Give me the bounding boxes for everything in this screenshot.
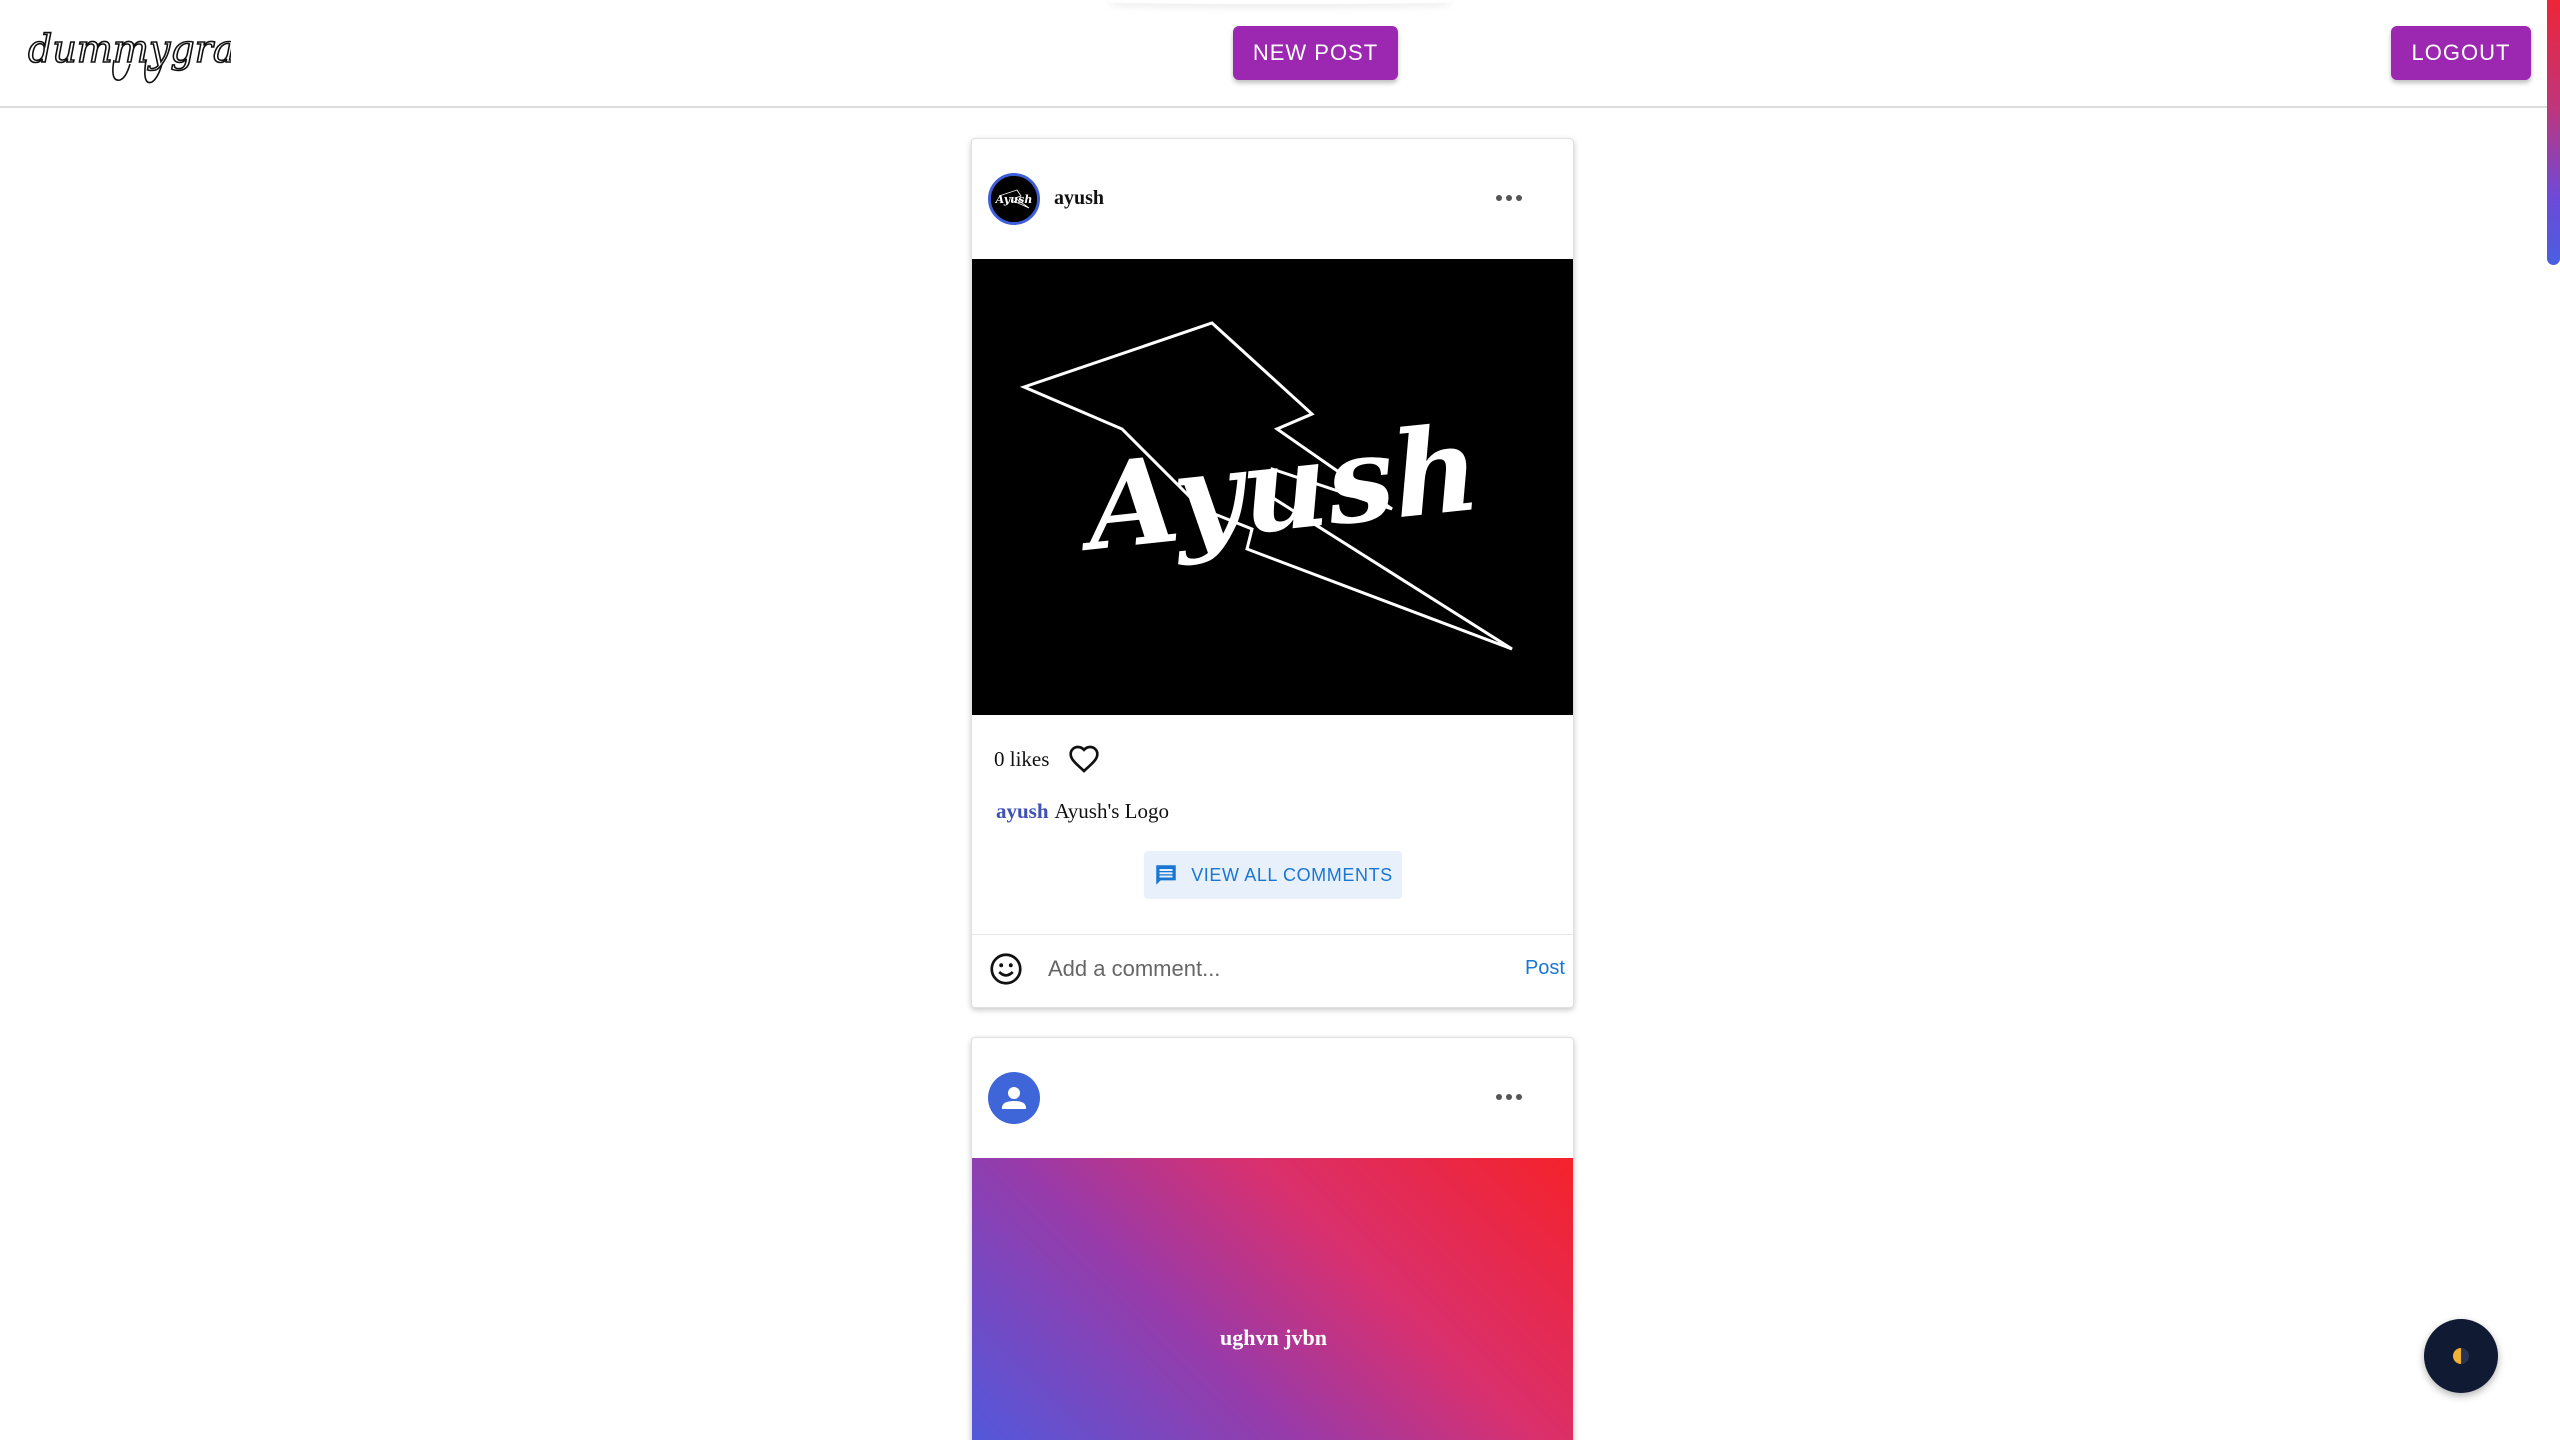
post-card: ughvn jvbn <box>971 1037 1574 1440</box>
more-horizontal-icon <box>1496 195 1502 201</box>
comment-bar: Post <box>972 934 1573 1007</box>
heart-outline-icon[interactable] <box>1067 743 1101 775</box>
comment-icon <box>1156 865 1176 885</box>
more-dot <box>1516 1094 1522 1100</box>
post-text-image[interactable]: ughvn jvbn <box>972 1158 1573 1440</box>
user-icon <box>1002 1087 1026 1109</box>
theme-toggle-button[interactable] <box>2424 1319 2498 1393</box>
more-options-button[interactable] <box>1489 183 1529 213</box>
ayush-logo-artwork: Ayush <box>1019 321 1513 651</box>
post-header <box>972 1038 1573 1158</box>
smiley-icon[interactable] <box>988 951 1024 987</box>
post-caption: ayush Ayush's Logo <box>996 799 1169 824</box>
avatar[interactable] <box>988 1072 1040 1124</box>
top-app-bar: dummygram NEW POST LOGOUT <box>0 0 2560 108</box>
more-dot <box>1506 1094 1512 1100</box>
dummygram-logo[interactable]: dummygram <box>26 20 231 90</box>
view-all-comments-button[interactable]: VIEW ALL COMMENTS <box>1144 851 1402 899</box>
post-image[interactable]: Ayush <box>972 259 1573 715</box>
comment-input[interactable] <box>1048 949 1468 989</box>
post-username[interactable]: ayush <box>1054 187 1104 210</box>
avatar-image: Ayush <box>991 176 1037 222</box>
header-shadow-decor <box>1110 0 1450 4</box>
post-header: Ayush ayush <box>972 139 1573 259</box>
more-dot <box>1516 195 1522 201</box>
new-post-button[interactable]: NEW POST <box>1233 26 1398 80</box>
post-text: ughvn jvbn <box>1219 1325 1327 1350</box>
more-horizontal-icon <box>1496 1094 1502 1100</box>
half-circle-icon <box>2453 1348 2469 1364</box>
logout-button[interactable]: LOGOUT <box>2391 26 2531 80</box>
avatar[interactable]: Ayush <box>988 173 1040 225</box>
more-dot <box>1506 195 1512 201</box>
post-comment-button[interactable]: Post <box>1525 957 1565 980</box>
more-options-button[interactable] <box>1489 1082 1529 1112</box>
likes-row: 0 likes <box>994 739 1101 779</box>
caption-text: Ayush's Logo <box>1054 799 1169 823</box>
caption-username[interactable]: ayush <box>996 799 1049 823</box>
post-card: Ayush ayush Ayush 0 likes ayush Ayush's L… <box>971 138 1574 1008</box>
scroll-progress-bar[interactable] <box>2547 0 2560 265</box>
likes-count: 0 likes <box>994 746 1050 771</box>
svg-text:Ayush: Ayush <box>995 193 1033 206</box>
image-text: Ayush <box>1070 398 1486 578</box>
view-all-comments-label: VIEW ALL COMMENTS <box>1191 864 1393 885</box>
